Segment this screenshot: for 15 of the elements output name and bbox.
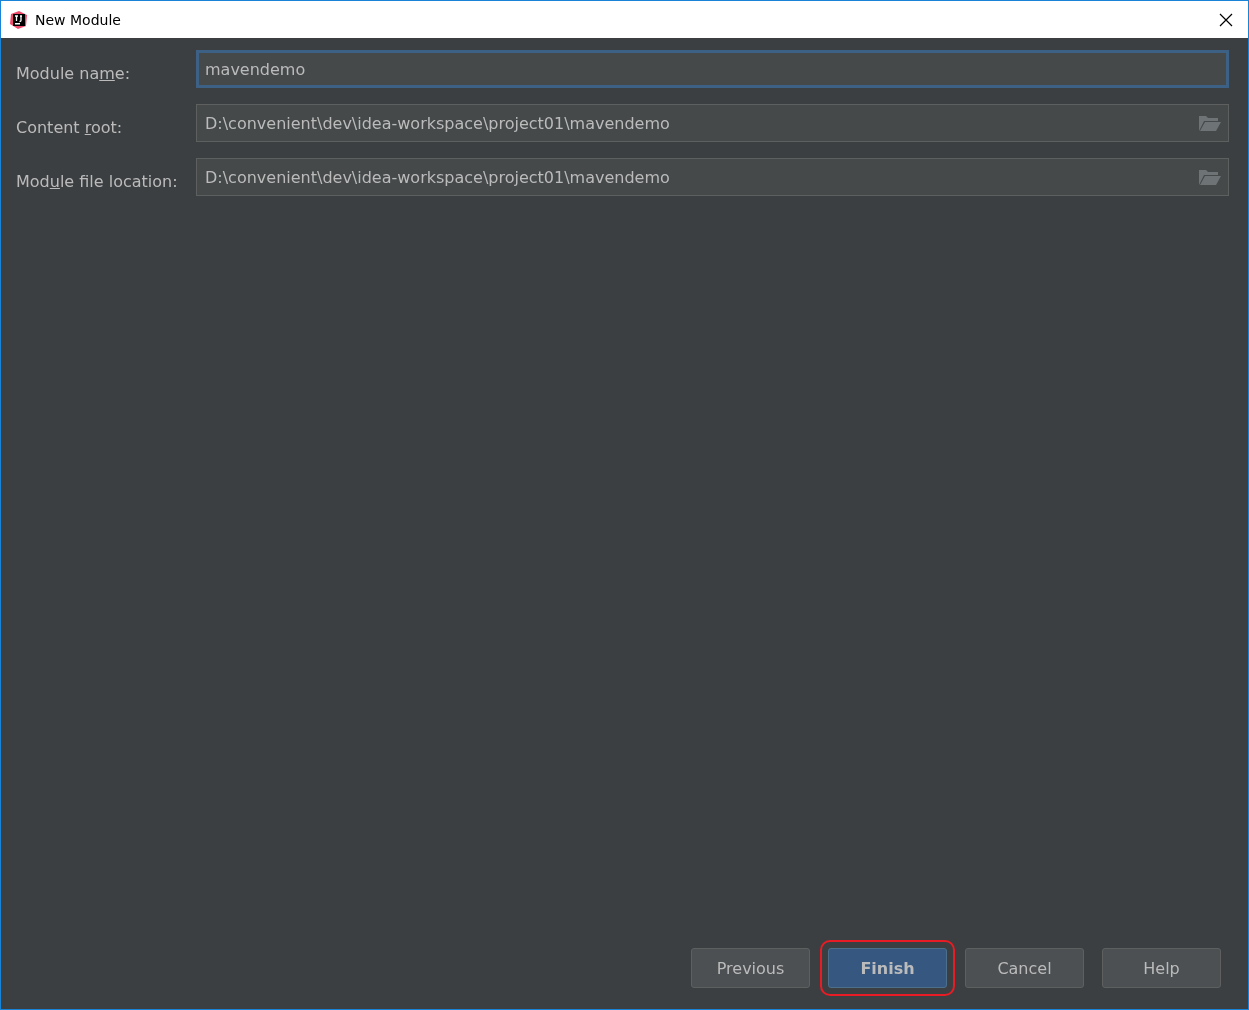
text-field[interactable]: D:\convenient\dev\idea-workspace\project01\mavendemo	[196, 104, 1229, 142]
dialog-button[interactable]: Help	[1102, 948, 1221, 988]
field-label: Module file location:	[16, 170, 179, 191]
text-field[interactable]: mavendemo	[196, 50, 1229, 88]
window-title: New Module	[35, 11, 122, 28]
dialog-button[interactable]: Finish	[828, 948, 947, 988]
folder-icon[interactable]	[1198, 114, 1222, 132]
app-logo-icon	[10, 10, 28, 29]
field-label: Module name:	[16, 62, 132, 83]
close-icon[interactable]	[1219, 12, 1233, 27]
dialog-button[interactable]: Previous	[691, 948, 810, 988]
folder-icon[interactable]	[1198, 168, 1222, 186]
dialog-button[interactable]: Cancel	[965, 948, 1084, 988]
text-field[interactable]: D:\convenient\dev\idea-workspace\project01\mavendemo	[196, 158, 1229, 196]
field-label: Content root:	[16, 116, 124, 137]
